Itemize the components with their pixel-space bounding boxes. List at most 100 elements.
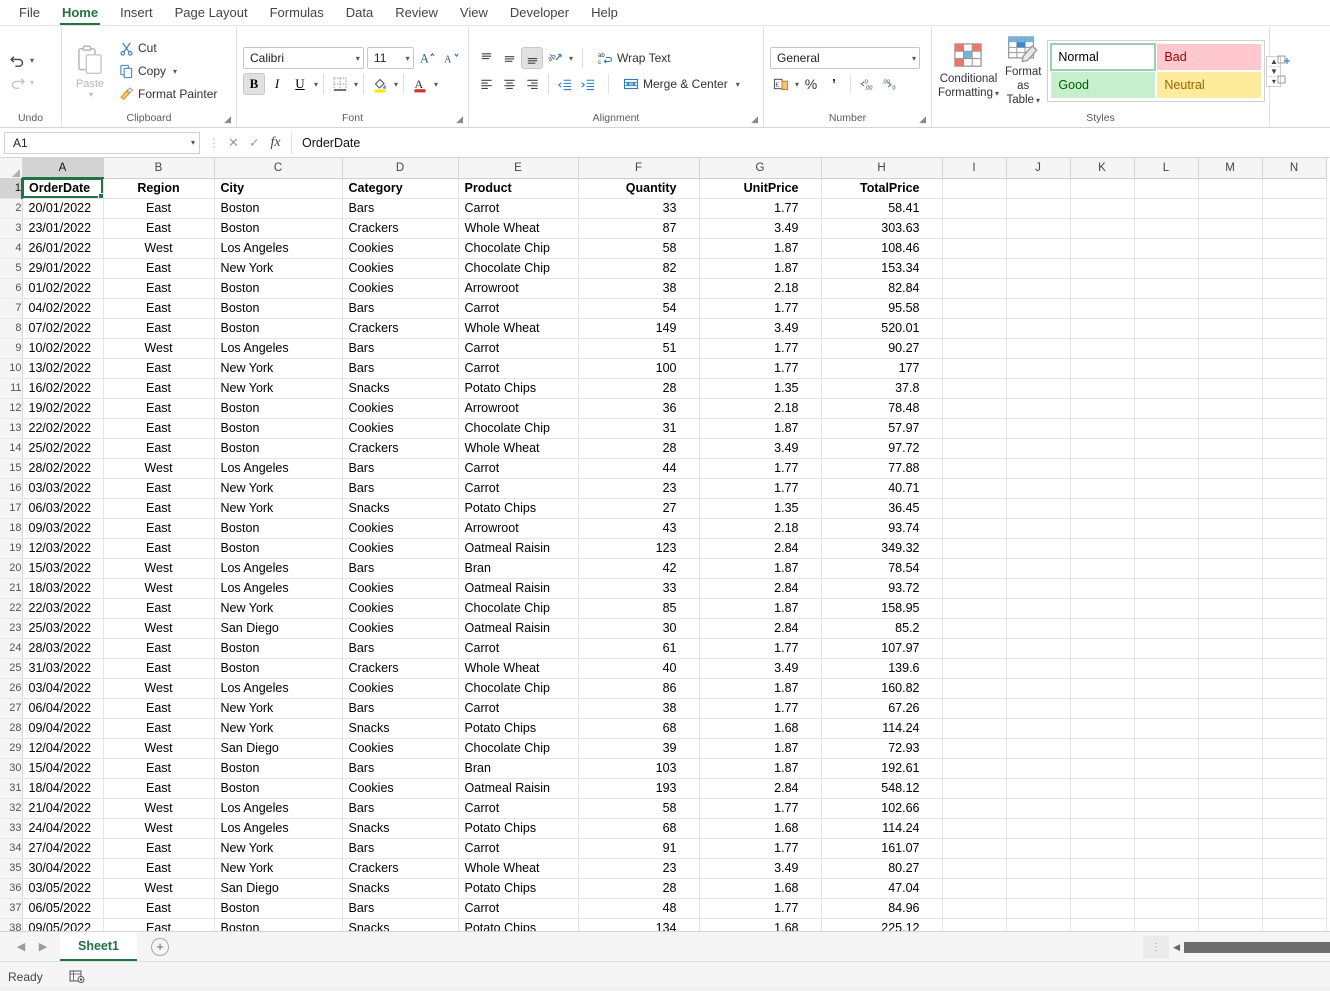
cell-M3[interactable]: [1198, 218, 1263, 239]
cell-E35[interactable]: Whole Wheat: [458, 858, 579, 879]
cell-G3[interactable]: 3.49: [699, 218, 822, 239]
row-header-28[interactable]: 28: [0, 718, 23, 739]
cell-I38[interactable]: [942, 918, 1007, 931]
cell-B34[interactable]: East: [103, 838, 215, 859]
increase-font-size-button[interactable]: A: [417, 47, 438, 69]
cell-F2[interactable]: 33: [578, 198, 700, 219]
cell-E24[interactable]: Carrot: [458, 638, 579, 659]
increase-indent-button[interactable]: [577, 73, 599, 95]
cell-G23[interactable]: 2.84: [699, 618, 822, 639]
cell-I29[interactable]: [942, 738, 1007, 759]
cell-H12[interactable]: 78.48: [821, 398, 943, 419]
cell-C23[interactable]: San Diego: [214, 618, 343, 639]
cell-J20[interactable]: [1006, 558, 1071, 579]
cell-J18[interactable]: [1006, 518, 1071, 539]
cell-F6[interactable]: 38: [578, 278, 700, 299]
cell-F15[interactable]: 44: [578, 458, 700, 479]
cell-I30[interactable]: [942, 758, 1007, 779]
cell-J23[interactable]: [1006, 618, 1071, 639]
cell-F3[interactable]: 87: [578, 218, 700, 239]
font-color-dropdown-icon[interactable]: ▾: [434, 80, 438, 89]
cell-G30[interactable]: 1.87: [699, 758, 822, 779]
cell-C12[interactable]: Boston: [214, 398, 343, 419]
cell-M27[interactable]: [1198, 698, 1263, 719]
cell-I31[interactable]: [942, 778, 1007, 799]
row-header-2[interactable]: 2: [0, 198, 23, 219]
cell-H29[interactable]: 72.93: [821, 738, 943, 759]
cell-N10[interactable]: [1262, 358, 1327, 379]
cell-G32[interactable]: 1.77: [699, 798, 822, 819]
cell-B26[interactable]: West: [103, 678, 215, 699]
cell-A33[interactable]: 24/04/2022: [22, 818, 104, 839]
cell-D19[interactable]: Cookies: [342, 538, 459, 559]
cell-F28[interactable]: 68: [578, 718, 700, 739]
cell-G34[interactable]: 1.77: [699, 838, 822, 859]
cell-C38[interactable]: Boston: [214, 918, 343, 931]
cell-E29[interactable]: Chocolate Chip: [458, 738, 579, 759]
font-family-input[interactable]: Calibri ▾: [243, 47, 364, 69]
cell-C13[interactable]: Boston: [214, 418, 343, 439]
cell-I28[interactable]: [942, 718, 1007, 739]
cell-M30[interactable]: [1198, 758, 1263, 779]
tab-developer[interactable]: Developer: [499, 2, 580, 25]
cell-J32[interactable]: [1006, 798, 1071, 819]
cell-I15[interactable]: [942, 458, 1007, 479]
cell-F32[interactable]: 58: [578, 798, 700, 819]
cell-C30[interactable]: Boston: [214, 758, 343, 779]
cell-A9[interactable]: 10/02/2022: [22, 338, 104, 359]
cut-button[interactable]: Cut: [114, 37, 222, 59]
cell-C10[interactable]: New York: [214, 358, 343, 379]
next-sheet-icon[interactable]: ▶: [32, 936, 54, 958]
cell-F5[interactable]: 82: [578, 258, 700, 279]
cell-C21[interactable]: Los Angeles: [214, 578, 343, 599]
cell-K21[interactable]: [1070, 578, 1135, 599]
cell-A23[interactable]: 25/03/2022: [22, 618, 104, 639]
cell-E37[interactable]: Carrot: [458, 898, 579, 919]
cell-B20[interactable]: West: [103, 558, 215, 579]
cell-F14[interactable]: 28: [578, 438, 700, 459]
cell-G12[interactable]: 2.18: [699, 398, 822, 419]
cell-F17[interactable]: 27: [578, 498, 700, 519]
cell-I23[interactable]: [942, 618, 1007, 639]
cell-C36[interactable]: San Diego: [214, 878, 343, 899]
cell-H13[interactable]: 57.97: [821, 418, 943, 439]
cell-H26[interactable]: 160.82: [821, 678, 943, 699]
cell-D21[interactable]: Cookies: [342, 578, 459, 599]
cell-E27[interactable]: Carrot: [458, 698, 579, 719]
column-header-A[interactable]: A: [22, 158, 104, 179]
cell-J33[interactable]: [1006, 818, 1071, 839]
cell-I21[interactable]: [942, 578, 1007, 599]
cell-F26[interactable]: 86: [578, 678, 700, 699]
alignment-dialog-launcher-icon[interactable]: ◢: [751, 114, 758, 125]
row-header-7[interactable]: 7: [0, 298, 23, 319]
cell-A31[interactable]: 18/04/2022: [22, 778, 104, 799]
cell-B14[interactable]: East: [103, 438, 215, 459]
align-middle-button[interactable]: [498, 47, 520, 69]
cell-L23[interactable]: [1134, 618, 1199, 639]
cell-K32[interactable]: [1070, 798, 1135, 819]
orientation-dropdown-icon[interactable]: ▾: [569, 54, 573, 63]
cell-K30[interactable]: [1070, 758, 1135, 779]
cell-B35[interactable]: East: [103, 858, 215, 879]
cell-A3[interactable]: 23/01/2022: [22, 218, 104, 239]
cell-M31[interactable]: [1198, 778, 1263, 799]
cell-F24[interactable]: 61: [578, 638, 700, 659]
cell-B36[interactable]: West: [103, 878, 215, 899]
cell-B23[interactable]: West: [103, 618, 215, 639]
cell-H35[interactable]: 80.27: [821, 858, 943, 879]
cell-L36[interactable]: [1134, 878, 1199, 899]
column-header-N[interactable]: N: [1262, 158, 1327, 179]
cell-style-neutral[interactable]: Neutral: [1157, 72, 1262, 98]
italic-button[interactable]: I: [266, 73, 288, 95]
cell-L16[interactable]: [1134, 478, 1199, 499]
cell-K29[interactable]: [1070, 738, 1135, 759]
copy-button[interactable]: Copy: [114, 60, 171, 82]
cell-F34[interactable]: 91: [578, 838, 700, 859]
cell-C2[interactable]: Boston: [214, 198, 343, 219]
cell-N35[interactable]: [1262, 858, 1327, 879]
cell-G17[interactable]: 1.35: [699, 498, 822, 519]
cell-K26[interactable]: [1070, 678, 1135, 699]
cell-A30[interactable]: 15/04/2022: [22, 758, 104, 779]
cell-E5[interactable]: Chocolate Chip: [458, 258, 579, 279]
cell-M17[interactable]: [1198, 498, 1263, 519]
